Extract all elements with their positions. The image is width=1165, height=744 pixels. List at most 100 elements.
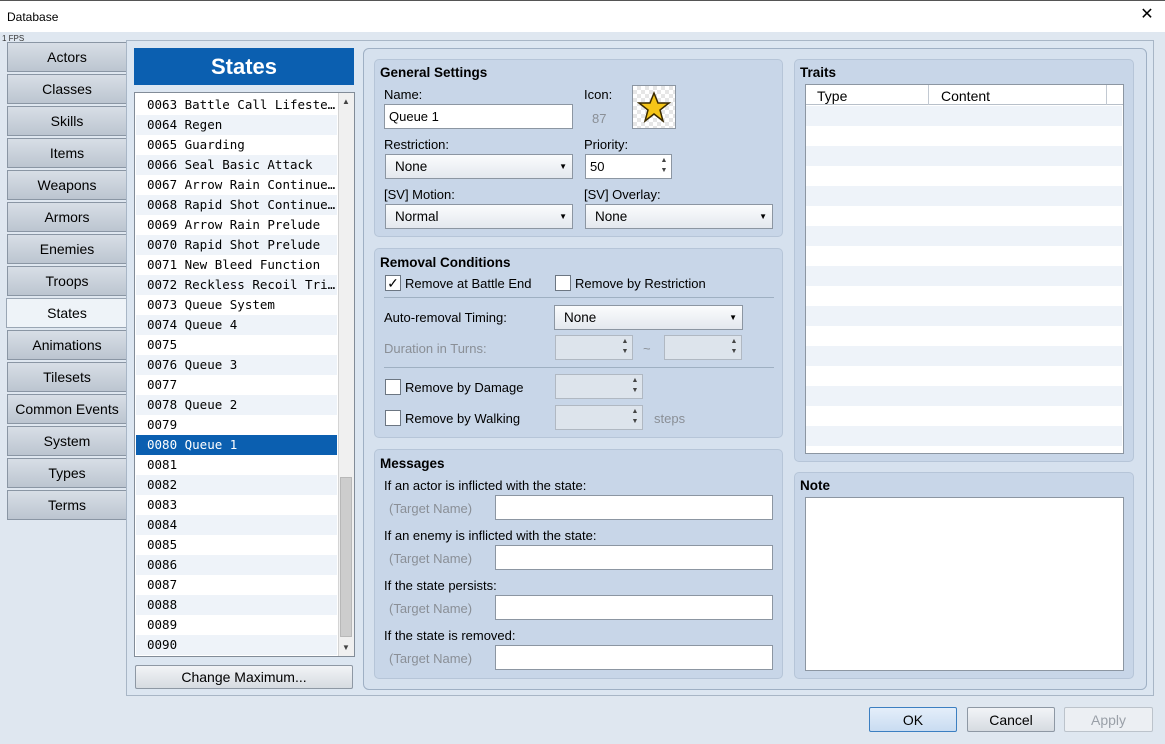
list-item[interactable]: 0090 <box>136 635 337 655</box>
list-item[interactable]: 0065 Guarding <box>136 135 337 155</box>
priority-stepper[interactable]: 50 ▲ ▼ <box>585 154 672 179</box>
list-item[interactable]: 0072 Reckless Recoil Trig… <box>136 275 337 295</box>
restriction-checkbox[interactable] <box>555 275 571 291</box>
table-row[interactable] <box>806 306 1122 326</box>
scroll-thumb[interactable] <box>340 477 352 637</box>
auto-removal-value: None <box>564 310 597 325</box>
overlay-select[interactable]: None ▼ <box>585 204 773 229</box>
duration-label: Duration in Turns: <box>384 341 487 356</box>
tab-tilesets[interactable]: Tilesets <box>7 362 127 392</box>
tab-states[interactable]: States <box>6 298 128 328</box>
tab-common-events[interactable]: Common Events <box>7 394 127 424</box>
table-row[interactable] <box>806 386 1122 406</box>
states-list[interactable]: 0063 Battle Call Lifesteal 0064 Regen 0065… <box>134 92 355 657</box>
table-row[interactable] <box>806 166 1122 186</box>
list-item[interactable]: 0064 Regen <box>136 115 337 135</box>
table-row[interactable] <box>806 366 1122 386</box>
list-item[interactable]: 0078 Queue 2 <box>136 395 337 415</box>
enemy-message-field[interactable] <box>495 545 773 570</box>
walking-stepper[interactable]: ▲ ▼ <box>555 405 643 430</box>
spin-arrows-icon: ▲ ▼ <box>730 338 738 355</box>
walking-checkbox[interactable] <box>385 410 401 426</box>
close-icon[interactable]: ✕ <box>1136 4 1158 26</box>
duration-max-stepper[interactable]: ▲ ▼ <box>664 335 742 360</box>
tab-skills[interactable]: Skills <box>7 106 127 136</box>
list-item[interactable]: 0083 <box>136 495 337 515</box>
tab-classes[interactable]: Classes <box>7 74 127 104</box>
list-item[interactable]: 0085 <box>136 535 337 555</box>
persists-message-field[interactable] <box>495 595 773 620</box>
table-row[interactable] <box>806 346 1122 366</box>
list-item[interactable]: 0068 Rapid Shot Continue 2 <box>136 195 337 215</box>
list-header: States <box>134 48 354 85</box>
actor-message-field[interactable] <box>495 495 773 520</box>
tab-enemies[interactable]: Enemies <box>7 234 127 264</box>
table-row[interactable] <box>806 266 1122 286</box>
table-row[interactable] <box>806 106 1122 126</box>
note-textarea[interactable] <box>805 497 1124 671</box>
cancel-button[interactable]: Cancel <box>967 707 1055 732</box>
auto-removal-select[interactable]: None ▼ <box>554 305 743 330</box>
list-item[interactable]: 0089 <box>136 615 337 635</box>
list-item[interactable]: 0075 <box>136 335 337 355</box>
table-row[interactable] <box>806 406 1122 426</box>
scroll-up-icon[interactable]: ▲ <box>338 93 354 110</box>
table-row[interactable] <box>806 226 1122 246</box>
remove-by-damage-label: Remove by Damage <box>405 380 524 395</box>
tab-system[interactable]: System <box>7 426 127 456</box>
list-item[interactable]: 0079 <box>136 415 337 435</box>
list-item[interactable]: 0069 Arrow Rain Prelude <box>136 215 337 235</box>
overlay-value: None <box>595 209 628 224</box>
tab-armors[interactable]: Armors <box>7 202 127 232</box>
table-row[interactable] <box>806 426 1122 446</box>
table-row[interactable] <box>806 286 1122 306</box>
list-item[interactable]: 0077 <box>136 375 337 395</box>
tab-types[interactable]: Types <box>7 458 127 488</box>
list-item[interactable]: 0063 Battle Call Lifesteal <box>136 95 337 115</box>
ok-button[interactable]: OK <box>869 707 957 732</box>
tab-weapons[interactable]: Weapons <box>7 170 127 200</box>
list-item[interactable]: 0071 New Bleed Function <box>136 255 337 275</box>
tab-animations[interactable]: Animations <box>7 330 127 360</box>
table-row[interactable] <box>806 246 1122 266</box>
list-item[interactable]: 0087 <box>136 575 337 595</box>
overlay-label: [SV] Overlay: <box>584 187 661 202</box>
motion-select[interactable]: Normal ▼ <box>385 204 573 229</box>
restriction-select[interactable]: None ▼ <box>385 154 573 179</box>
damage-stepper[interactable]: ▲ ▼ <box>555 374 643 399</box>
scroll-down-icon[interactable]: ▼ <box>338 639 354 656</box>
list-item[interactable]: 0088 <box>136 595 337 615</box>
table-row[interactable] <box>806 146 1122 166</box>
restriction-label: Restriction: <box>384 137 450 152</box>
damage-checkbox[interactable] <box>385 379 401 395</box>
spin-arrows-icon[interactable]: ▲ ▼ <box>658 156 670 177</box>
tab-troops[interactable]: Troops <box>7 266 127 296</box>
tab-terms[interactable]: Terms <box>7 490 127 520</box>
table-row[interactable] <box>806 186 1122 206</box>
list-item[interactable]: 0076 Queue 3 <box>136 355 337 375</box>
list-item[interactable]: 0086 <box>136 555 337 575</box>
list-item[interactable]: 0080 Queue 1 <box>136 435 337 455</box>
list-item[interactable]: 0067 Arrow Rain Continue 2 <box>136 175 337 195</box>
removed-message-field[interactable] <box>495 645 773 670</box>
change-maximum-button[interactable]: Change Maximum... <box>135 665 353 689</box>
table-row[interactable] <box>806 126 1122 146</box>
list-item[interactable]: 0066 Seal Basic Attack <box>136 155 337 175</box>
tab-items[interactable]: Items <box>7 138 127 168</box>
list-item[interactable]: 0084 <box>136 515 337 535</box>
battle-end-checkbox[interactable]: ✓ <box>385 275 401 291</box>
name-field[interactable]: Queue 1 <box>384 104 573 129</box>
table-row[interactable] <box>806 326 1122 346</box>
col-type-header[interactable]: Type <box>817 88 847 104</box>
tab-actors[interactable]: Actors <box>7 42 127 72</box>
table-row[interactable] <box>806 206 1122 226</box>
icon-picker[interactable] <box>632 85 676 129</box>
list-item[interactable]: 0073 Queue System <box>136 295 337 315</box>
duration-min-stepper[interactable]: ▲ ▼ <box>555 335 633 360</box>
col-content-header[interactable]: Content <box>941 88 990 104</box>
list-item[interactable]: 0082 <box>136 475 337 495</box>
list-item[interactable]: 0081 <box>136 455 337 475</box>
apply-button[interactable]: Apply <box>1064 707 1153 732</box>
list-item[interactable]: 0074 Queue 4 <box>136 315 337 335</box>
list-item[interactable]: 0070 Rapid Shot Prelude <box>136 235 337 255</box>
